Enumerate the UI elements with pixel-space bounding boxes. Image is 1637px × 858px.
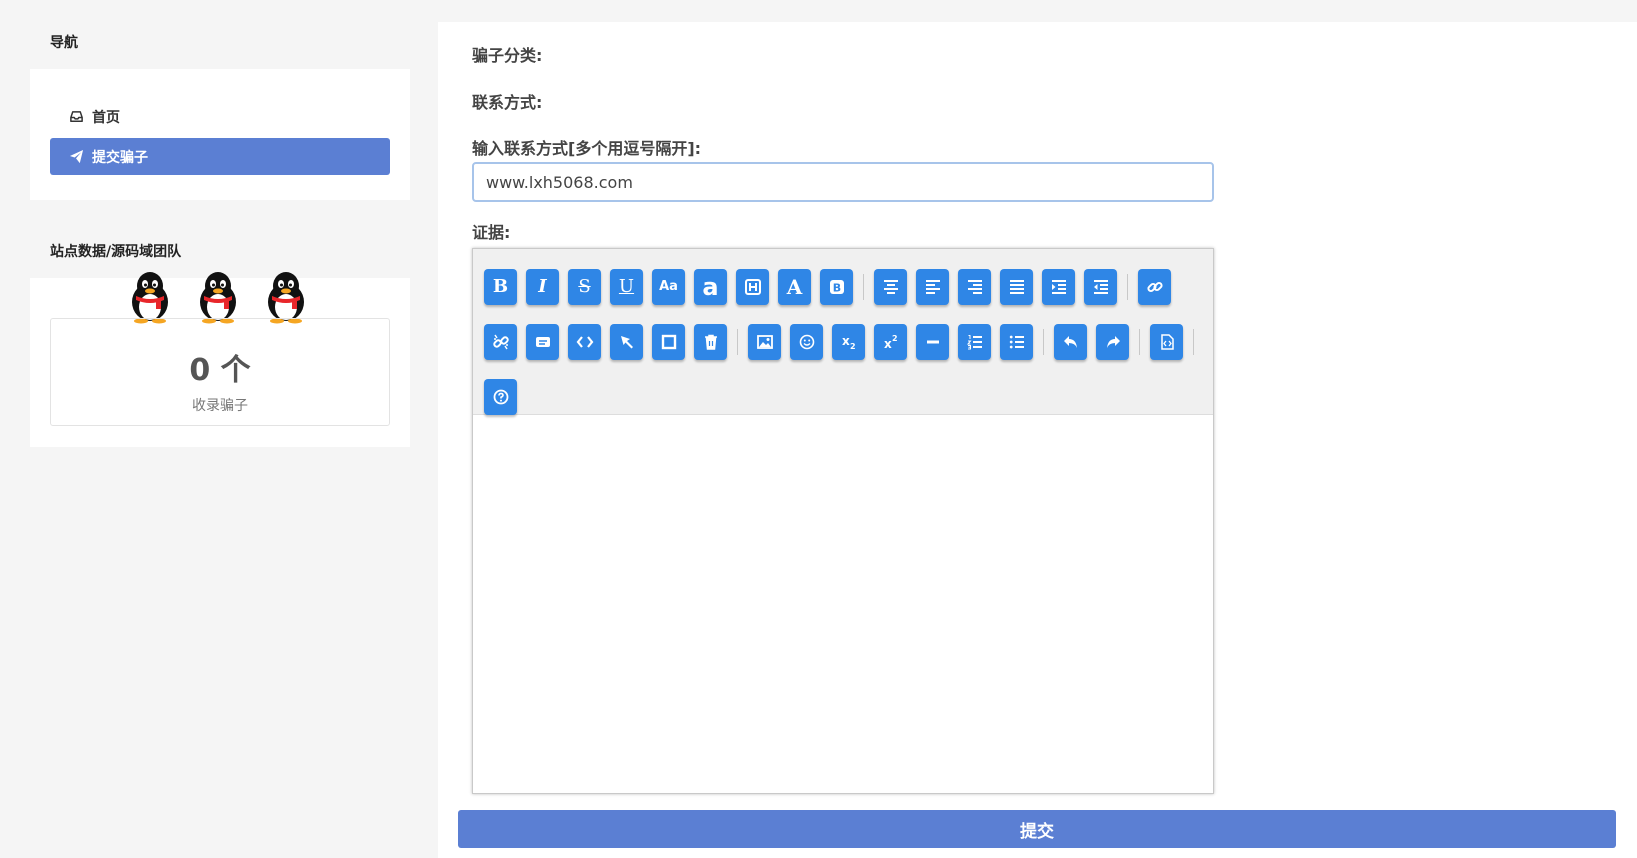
toolbar-separator (1127, 273, 1128, 300)
nav-item-submit-scammer[interactable]: 提交骗子 (50, 138, 390, 175)
editor-content-area[interactable] (473, 415, 1213, 793)
contact-input-label: 输入联系方式[多个用逗号隔开]: (472, 139, 702, 158)
contact-input[interactable] (472, 162, 1214, 202)
qq-penguin-icon[interactable] (262, 270, 310, 324)
redo-icon[interactable] (1096, 323, 1129, 360)
font-size-icon[interactable]: Aa (652, 268, 685, 305)
link-icon[interactable] (1138, 268, 1171, 305)
heading-icon[interactable] (736, 268, 769, 305)
toolbar-row-1: B I S U Aa a A B (484, 259, 1213, 314)
inbox-icon (68, 109, 84, 125)
italic-icon[interactable]: I (526, 268, 559, 305)
clear-icon[interactable] (694, 323, 727, 360)
submit-button[interactable]: 提交 (458, 810, 1616, 848)
nav-item-home-label: 首页 (92, 109, 120, 126)
image-icon[interactable] (748, 323, 781, 360)
background-color-icon[interactable]: B (820, 268, 853, 305)
source-icon[interactable] (1150, 323, 1183, 360)
toolbar-separator (737, 328, 738, 355)
superscript-icon[interactable]: x2 (874, 323, 907, 360)
category-label: 骗子分类: (472, 46, 543, 65)
nav-item-submit-label: 提交骗子 (92, 149, 148, 166)
align-center-icon[interactable] (874, 268, 907, 305)
paper-plane-icon (68, 149, 84, 165)
scammer-count-label: 收录骗子 (192, 398, 248, 414)
horizontal-rule-icon[interactable] (916, 323, 949, 360)
stats-panel: 站点数据/源码域团队 0 个 收录骗子 (30, 230, 410, 447)
table-icon[interactable] (652, 323, 685, 360)
emoji-icon[interactable] (790, 323, 823, 360)
subscript-icon[interactable]: x2 (832, 323, 865, 360)
svg-text:x: x (884, 337, 892, 351)
scammer-count: 0 个 (189, 353, 251, 388)
unlink-icon[interactable] (484, 323, 517, 360)
help-icon[interactable] (484, 378, 517, 415)
align-left-icon[interactable] (916, 268, 949, 305)
toolbar-separator (1139, 328, 1140, 355)
svg-text:B: B (832, 281, 840, 294)
unordered-list-icon[interactable] (1000, 323, 1033, 360)
svg-text:2: 2 (892, 334, 898, 343)
toolbar-separator (863, 273, 864, 300)
pointer-icon[interactable] (610, 323, 643, 360)
align-right-icon[interactable] (958, 268, 991, 305)
ordered-list-icon[interactable] (958, 323, 991, 360)
toolbar-separator (1193, 328, 1194, 355)
code-icon[interactable] (568, 323, 601, 360)
toolbar-row-2: x2 x2 (484, 314, 1213, 369)
nav-panel: 导航 首页 提交骗子 (30, 22, 410, 200)
svg-text:x: x (842, 334, 850, 348)
qq-penguin-icon[interactable] (194, 270, 242, 324)
scammer-count-box: 0 个 收录骗子 (50, 318, 390, 426)
contact-label: 联系方式: (472, 93, 543, 112)
font-face-icon[interactable]: a (694, 268, 727, 305)
nav-panel-title: 导航 (30, 22, 410, 69)
svg-text:2: 2 (850, 342, 856, 351)
bold-icon[interactable]: B (484, 268, 517, 305)
toolbar-separator (1043, 328, 1044, 355)
editor-toolbar: B I S U Aa a A B x 2 x 2 (473, 249, 1213, 415)
qq-penguin-icon[interactable] (126, 270, 174, 324)
indent-icon[interactable] (1042, 268, 1075, 305)
underline-icon[interactable]: U (610, 268, 643, 305)
evidence-label: 证据: (472, 223, 511, 242)
undo-icon[interactable] (1054, 323, 1087, 360)
submit-form-panel: 骗子分类: 联系方式: 输入联系方式[多个用逗号隔开]: 证据: B I S U… (438, 22, 1637, 858)
penguin-group (126, 270, 310, 324)
strikethrough-icon[interactable]: S (568, 268, 601, 305)
rich-text-editor: B I S U Aa a A B x 2 x 2 (472, 248, 1214, 794)
nav-item-home[interactable]: 首页 (50, 98, 390, 135)
align-justify-icon[interactable] (1000, 268, 1033, 305)
outdent-icon[interactable] (1084, 268, 1117, 305)
quote-icon[interactable] (526, 323, 559, 360)
font-color-icon[interactable]: A (778, 268, 811, 305)
